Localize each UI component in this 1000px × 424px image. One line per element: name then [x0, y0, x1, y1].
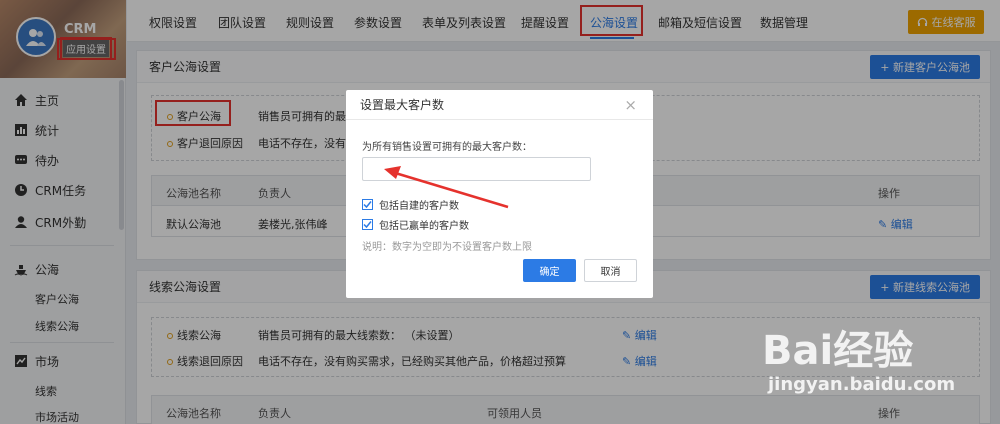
include-self-created-checkbox[interactable]: 包括自建的客户数	[362, 197, 459, 212]
watermark-url: jingyan.baidu.com	[768, 374, 956, 395]
max-customers-prompt: 为所有销售设置可拥有的最大客户数：	[362, 142, 532, 153]
close-icon[interactable]: ×	[624, 96, 637, 114]
cancel-button[interactable]: 取消	[584, 259, 637, 282]
max-customers-dialog: 设置最大客户数 × 为所有销售设置可拥有的最大客户数： 包括自建的客户数 包括已…	[346, 90, 653, 298]
max-customers-input[interactable]	[362, 157, 591, 181]
checkbox-icon	[362, 219, 373, 230]
checkbox-label: 包括自建的客户数	[379, 201, 459, 212]
confirm-button[interactable]: 确定	[523, 259, 576, 282]
checkbox-icon	[362, 199, 373, 210]
dialog-header: 设置最大客户数 ×	[346, 90, 653, 120]
dialog-title: 设置最大客户数	[360, 98, 445, 112]
dialog-note: 说明：数字为空即为不设置客户数上限	[362, 242, 532, 253]
watermark-brand: Bai经验	[762, 328, 914, 374]
checkbox-label: 包括已赢单的客户数	[379, 221, 469, 232]
include-won-checkbox[interactable]: 包括已赢单的客户数	[362, 217, 469, 232]
